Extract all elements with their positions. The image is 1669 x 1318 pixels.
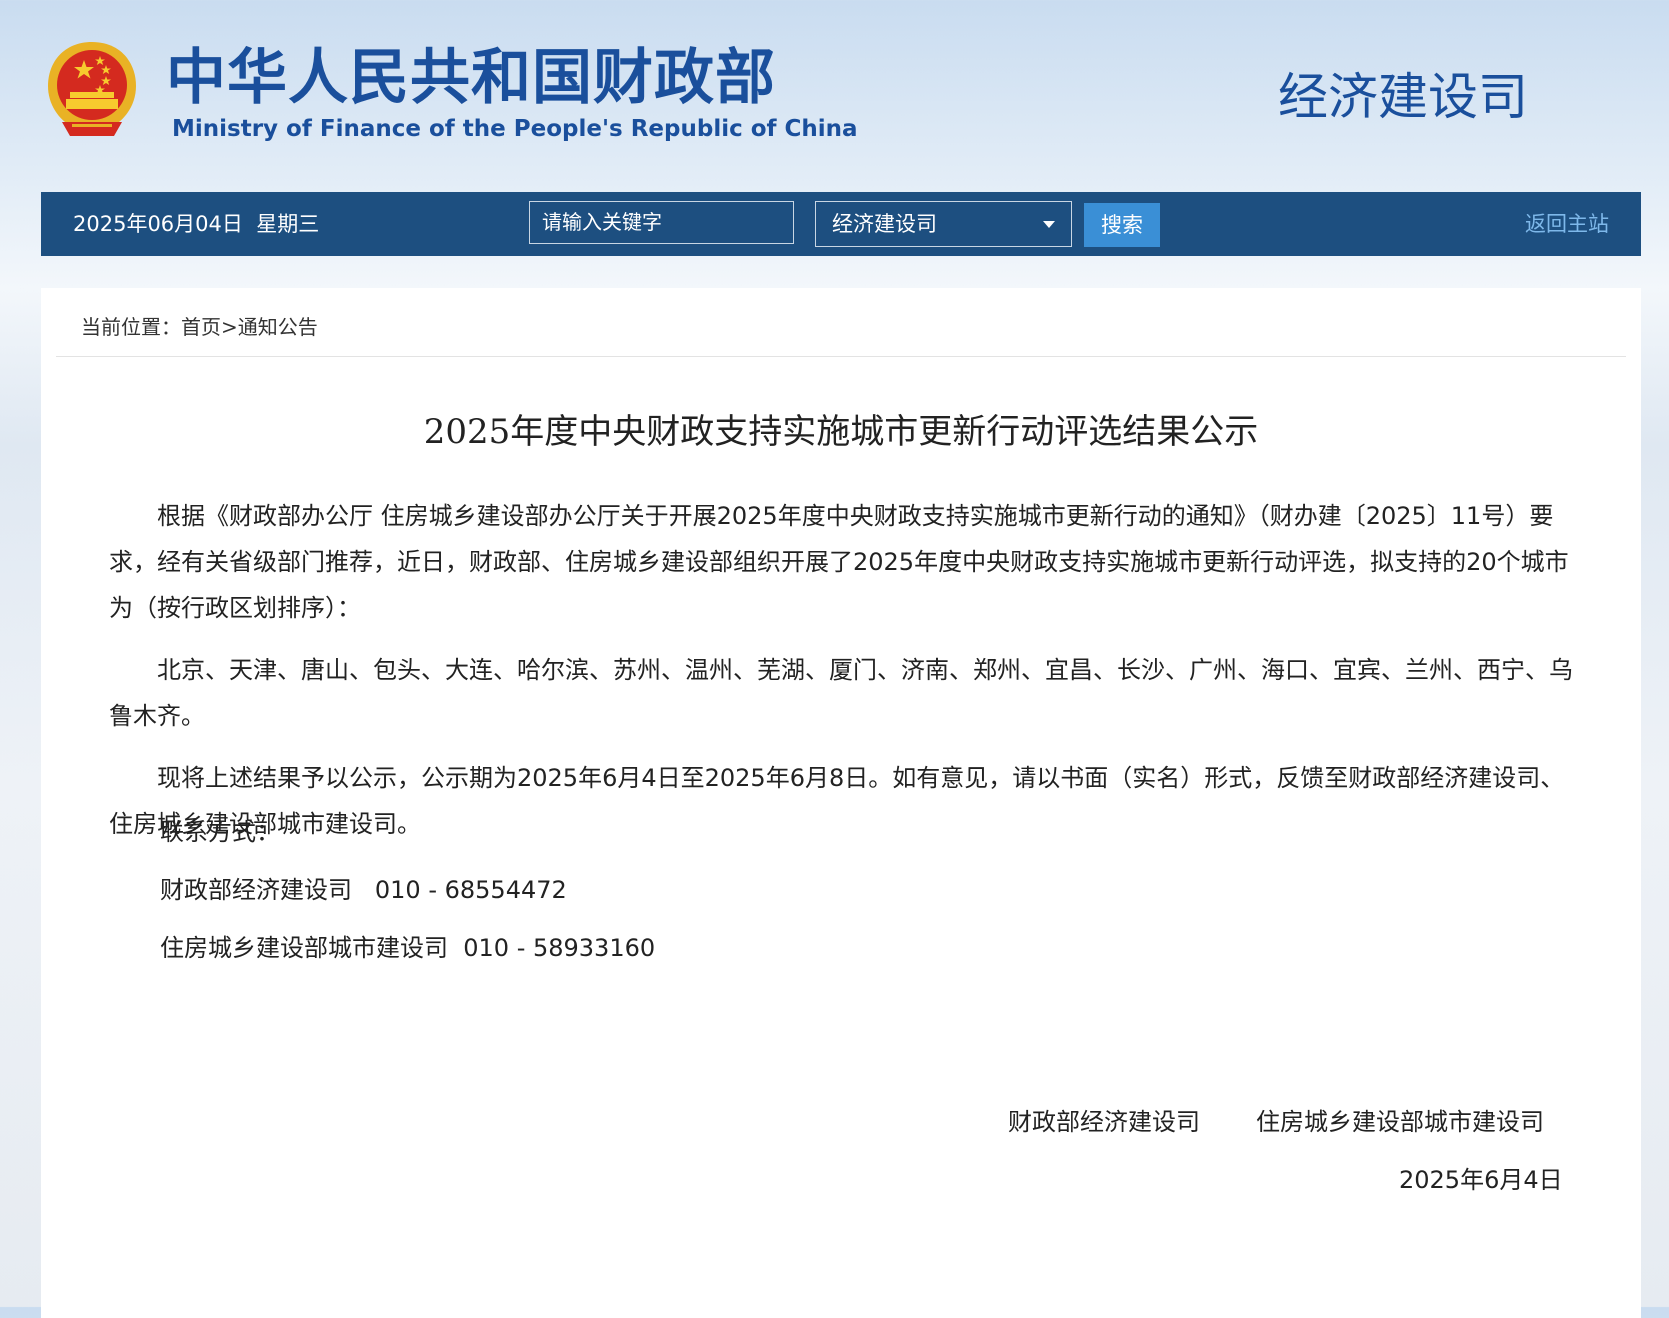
site-header: 中华人民共和国财政部 Ministry of Finance of the Pe… bbox=[0, 0, 1669, 192]
department-select-value: 经济建设司 bbox=[832, 212, 937, 236]
site-name-cn: 中华人民共和国财政部 bbox=[166, 43, 776, 113]
weekday-text: 星期三 bbox=[256, 212, 320, 236]
breadcrumb-separator: > bbox=[221, 315, 238, 339]
national-emblem-icon bbox=[48, 42, 136, 136]
article-paragraph: 北京、天津、唐山、包头、大连、哈尔滨、苏州、温州、芜湖、厦门、济南、郑州、宜昌、… bbox=[109, 656, 1573, 730]
top-navbar: 2025年06月04日 星期三 经济建设司 搜索 返回主站 bbox=[41, 192, 1641, 256]
search-input[interactable] bbox=[529, 201, 794, 244]
date-text: 2025年06月04日 bbox=[73, 212, 243, 236]
breadcrumb-current-link[interactable]: 通知公告 bbox=[238, 315, 318, 339]
return-home-link[interactable]: 返回主站 bbox=[1525, 192, 1609, 256]
contact-line: 住房城乡建设部城市建设司 010 - 58933160 bbox=[160, 934, 656, 962]
article-paragraph: 根据《财政部办公厅 住房城乡建设部办公厅关于开展2025年度中央财政支持实施城市… bbox=[109, 502, 1569, 622]
divider bbox=[56, 356, 1626, 357]
search-button[interactable]: 搜索 bbox=[1084, 203, 1160, 247]
breadcrumb: 当前位置：首页>通知公告 bbox=[81, 312, 318, 342]
article-paragraph: 现将上述结果予以公示，公示期为2025年6月4日至2025年6月8日。如有意见，… bbox=[109, 764, 1565, 838]
contact-heading: 联系方式： bbox=[160, 818, 280, 846]
main-content: 当前位置：首页>通知公告 2025年度中央财政支持实施城市更新行动评选结果公示 … bbox=[41, 288, 1641, 1318]
department-name: 经济建设司 bbox=[1278, 68, 1528, 126]
article-body: 根据《财政部办公厅 住房城乡建设部办公厅关于开展2025年度中央财政支持实施城市… bbox=[109, 493, 1583, 863]
sign-date: 2025年6月4日 bbox=[1399, 1166, 1563, 1194]
department-select[interactable]: 经济建设司 bbox=[815, 201, 1072, 247]
signatory: 财政部经济建设司 bbox=[1008, 1108, 1200, 1136]
breadcrumb-home-link[interactable]: 首页 bbox=[181, 315, 221, 339]
site-name-en: Ministry of Finance of the People's Repu… bbox=[172, 116, 858, 142]
signatory: 住房城乡建设部城市建设司 bbox=[1256, 1108, 1544, 1136]
breadcrumb-prefix: 当前位置： bbox=[81, 315, 181, 339]
current-date: 2025年06月04日 星期三 bbox=[73, 192, 319, 256]
contact-line: 财政部经济建设司 010 - 68554472 bbox=[160, 876, 567, 904]
article-title: 2025年度中央财政支持实施城市更新行动评选结果公示 bbox=[423, 412, 1259, 452]
chevron-down-icon bbox=[1043, 221, 1055, 228]
